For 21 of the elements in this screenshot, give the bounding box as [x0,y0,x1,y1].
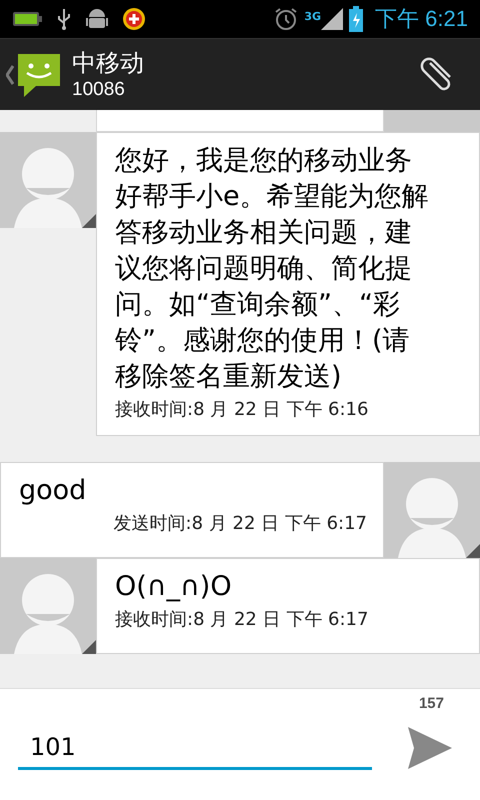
contact-number: 10086 [72,78,126,102]
contact-name: 中移动 [72,48,145,78]
alarm-icon [274,7,298,31]
chevron-left-icon [6,64,14,84]
message-text: good [19,474,88,508]
robot-icon [86,7,108,31]
signal-icon [321,8,344,30]
message-bubble-icon [16,52,62,98]
battery-charging-icon [349,6,364,32]
network-type: 3G [304,10,322,23]
message-time: 发送时间:8 月 22 日 下午 6:17 [112,512,367,536]
character-counter: 157 [418,695,444,712]
send-button[interactable] [406,727,452,769]
message-text: 您好，我是您的移动业务好帮手小e。希望能为您解答移动业务相关问题，建议您将问题明确、简化提问。如“查询余额”、“彩铃”。感谢您的使用！(请移除签名重新发送) [115,144,430,394]
usb-icon [56,8,72,30]
message-time: 接收时间:8 月 22 日 下午 6:16 [115,398,370,422]
clock: 下午 6:21 [375,5,468,33]
message-text: O(∩_∩)O [115,570,233,604]
plus-badge-icon [122,7,146,31]
battery-level-icon [12,10,42,28]
message-time: 接收时间:8 月 22 日 下午 6:17 [115,608,370,632]
